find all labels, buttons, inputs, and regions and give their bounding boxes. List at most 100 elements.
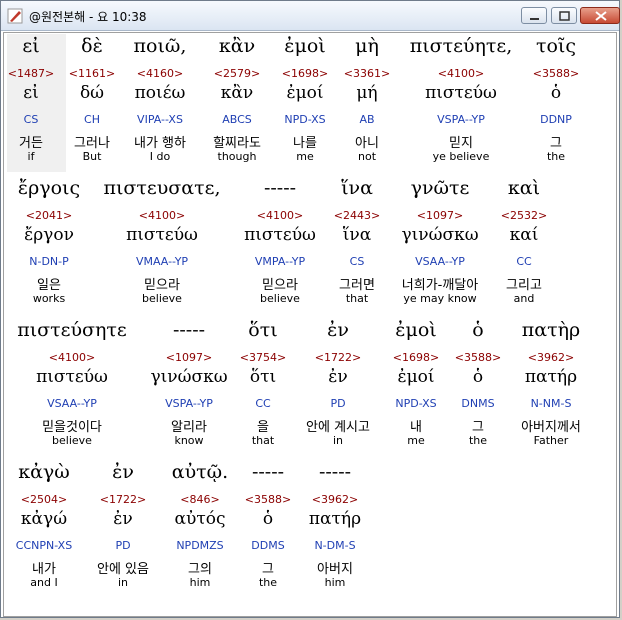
- parse-code: VIPA--XS: [137, 113, 183, 126]
- strong-number[interactable]: <4100>: [257, 209, 303, 222]
- greek-word[interactable]: εἰ: [22, 35, 39, 57]
- strong-number[interactable]: <846>: [180, 493, 219, 506]
- maximize-icon: [559, 11, 570, 21]
- parse-code: CCNPN-XS: [15, 539, 73, 552]
- close-button[interactable]: [580, 7, 620, 24]
- strong-number[interactable]: <1722>: [315, 351, 361, 364]
- greek-word[interactable]: -----: [173, 319, 205, 341]
- korean-gloss: 을: [257, 420, 269, 435]
- title-bar[interactable]: @원전본해 - 요 10:38: [1, 1, 620, 31]
- parse-code: DDMS: [251, 539, 285, 552]
- strong-number[interactable]: <3754>: [240, 351, 286, 364]
- greek-word[interactable]: κἂν: [219, 35, 255, 57]
- parse-code: DNMS: [461, 397, 495, 410]
- greek-word[interactable]: τοῖς: [536, 35, 576, 57]
- korean-gloss: 그리고: [506, 278, 542, 293]
- lemma: κἂν: [220, 83, 254, 103]
- minimize-button[interactable]: [521, 7, 547, 24]
- greek-word[interactable]: πιστεύητε,: [410, 35, 513, 57]
- strong-number[interactable]: <2579>: [214, 67, 260, 80]
- lemma: καί: [509, 225, 539, 245]
- greek-word[interactable]: ὅτι: [248, 319, 277, 341]
- strong-number[interactable]: <1722>: [100, 493, 146, 506]
- strong-number[interactable]: <3588>: [455, 351, 501, 364]
- strong-number[interactable]: <4100>: [139, 209, 185, 222]
- strong-number[interactable]: <3361>: [344, 67, 390, 80]
- lemma: ὁ: [262, 509, 274, 529]
- greek-word[interactable]: ἵνα: [341, 177, 373, 199]
- greek-word[interactable]: ποιῶ,: [134, 35, 187, 57]
- strong-number[interactable]: <2532>: [501, 209, 547, 222]
- interlinear-content[interactable]: εἰ <1487> εἰ CS 거든 if δὲ <1161> δώ CH 그러나 But ποιῶ, <…: [3, 32, 617, 617]
- parse-code: NPD-XS: [284, 113, 326, 126]
- strong-number[interactable]: <2504>: [21, 493, 67, 506]
- parse-code: VSPA--YP: [437, 113, 485, 126]
- strong-number[interactable]: <1487>: [8, 67, 54, 80]
- greek-word[interactable]: γνῶτε: [411, 177, 470, 199]
- korean-gloss: 거든: [19, 136, 43, 151]
- greek-word[interactable]: ἐμοὶ: [395, 319, 436, 341]
- english-gloss: him: [324, 576, 346, 589]
- greek-word[interactable]: δὲ: [81, 35, 103, 57]
- english-gloss: works: [32, 292, 66, 305]
- strong-number[interactable]: <4160>: [137, 67, 183, 80]
- korean-gloss: 그: [472, 420, 484, 435]
- strong-number[interactable]: <1161>: [69, 67, 115, 80]
- strong-number[interactable]: <1698>: [393, 351, 439, 364]
- korean-gloss: 안에 계시고: [306, 420, 370, 435]
- greek-word[interactable]: ἔργοις: [18, 177, 80, 199]
- greek-word[interactable]: καὶ: [508, 177, 540, 199]
- strong-number[interactable]: <1097>: [417, 209, 463, 222]
- greek-word[interactable]: -----: [319, 461, 351, 483]
- parse-code: PD: [115, 539, 131, 552]
- english-gloss: me: [407, 434, 425, 447]
- strong-number[interactable]: <1097>: [166, 351, 212, 364]
- strong-number[interactable]: <3962>: [312, 493, 358, 506]
- korean-gloss: 알리라: [171, 420, 207, 435]
- greek-word[interactable]: μὴ: [355, 35, 379, 57]
- greek-word[interactable]: ὁ: [472, 319, 483, 341]
- lemma: ὅτι: [249, 367, 277, 387]
- english-gloss: him: [189, 576, 211, 589]
- strong-number[interactable]: <2041>: [26, 209, 72, 222]
- parse-code: N-DN-P: [29, 255, 69, 268]
- greek-word[interactable]: ἐμοὶ: [284, 35, 325, 57]
- parse-code: NPDMZS: [176, 539, 224, 552]
- lemma: πατήρ: [308, 509, 362, 529]
- english-gloss: not: [357, 150, 377, 163]
- strong-number[interactable]: <3588>: [533, 67, 579, 80]
- lemma: ἐμοί: [286, 83, 324, 103]
- parse-code: DDNP: [540, 113, 572, 126]
- parse-code: AB: [359, 113, 375, 126]
- strong-number[interactable]: <1698>: [282, 67, 328, 80]
- korean-gloss: 믿으라: [262, 278, 298, 293]
- greek-word[interactable]: κἀγὼ: [18, 461, 70, 483]
- strong-number[interactable]: <3588>: [245, 493, 291, 506]
- korean-gloss: 믿으라: [144, 278, 180, 293]
- maximize-button[interactable]: [551, 7, 577, 24]
- lemma: ποιέω: [134, 83, 186, 103]
- greek-word[interactable]: πιστευσατε,: [103, 177, 220, 199]
- korean-gloss: 그러나: [74, 136, 110, 151]
- greek-word[interactable]: ἐν: [112, 461, 134, 483]
- strong-number[interactable]: <3962>: [528, 351, 574, 364]
- lemma: δώ: [79, 83, 105, 103]
- english-gloss: in: [332, 434, 344, 447]
- greek-word[interactable]: πατὴρ: [522, 319, 580, 341]
- lemma: ἔργον: [24, 225, 74, 245]
- english-gloss: that: [251, 434, 275, 447]
- strong-number[interactable]: <4100>: [49, 351, 95, 364]
- greek-word[interactable]: -----: [264, 177, 296, 199]
- strong-number[interactable]: <2443>: [334, 209, 380, 222]
- lemma: κἀγώ: [20, 509, 68, 529]
- lemma: ἐν: [113, 509, 133, 529]
- greek-word[interactable]: αὐτῷ.: [172, 461, 228, 483]
- greek-word[interactable]: πιστεύσητε: [17, 319, 127, 341]
- lemma: ἐν: [328, 367, 348, 387]
- english-gloss: the: [258, 576, 278, 589]
- strong-number[interactable]: <4100>: [438, 67, 484, 80]
- greek-word[interactable]: ἐν: [327, 319, 349, 341]
- greek-word[interactable]: -----: [252, 461, 284, 483]
- korean-gloss: 아니: [355, 136, 379, 151]
- korean-gloss: 할찌라도: [213, 136, 261, 151]
